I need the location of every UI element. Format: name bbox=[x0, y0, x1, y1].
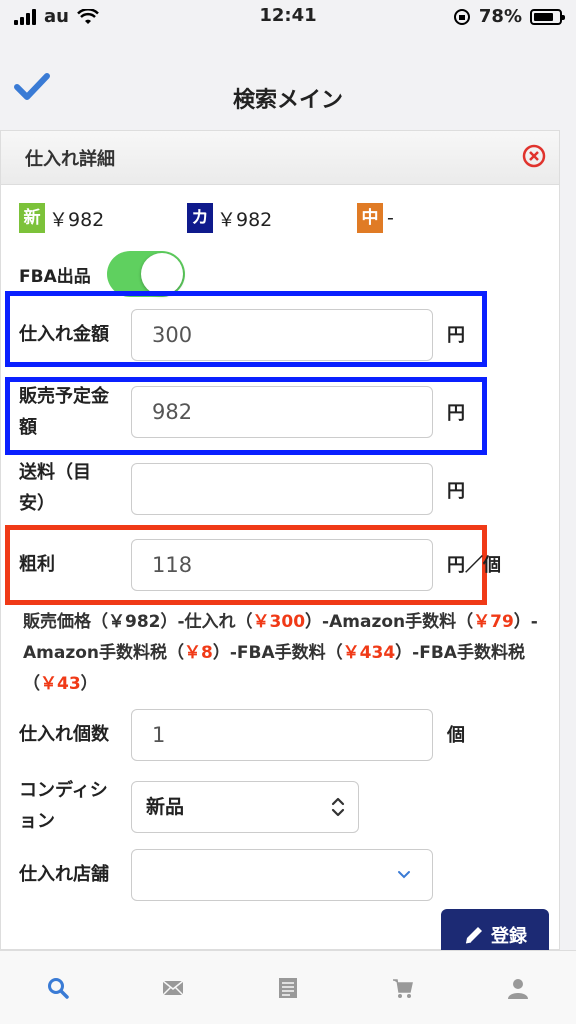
formula-value-cost: ￥300 bbox=[252, 612, 306, 632]
formula-text-6: ） bbox=[80, 674, 98, 694]
profit-unit: 円／個 bbox=[447, 555, 501, 576]
cart-icon bbox=[393, 978, 414, 998]
tab-cart[interactable] bbox=[346, 951, 461, 1024]
battery-percent: 78% bbox=[478, 6, 522, 27]
shipping-label: 送料（目 安） bbox=[19, 457, 91, 519]
shipping-unit: 円 bbox=[447, 481, 465, 502]
chevron-down-icon bbox=[398, 871, 410, 879]
panel-header: 仕入れ詳細 bbox=[1, 131, 559, 185]
mail-icon bbox=[162, 979, 184, 996]
tab-bar bbox=[0, 950, 576, 1024]
formula-value-amazon-fee: ￥79 bbox=[473, 612, 514, 632]
condition-label-line2: ョン bbox=[19, 811, 55, 832]
condition-label: コンディシ ョン bbox=[19, 775, 108, 837]
cost-input[interactable]: 300 bbox=[131, 309, 433, 361]
sale-input[interactable]: 982 bbox=[131, 386, 433, 438]
cost-unit: 円 bbox=[447, 325, 465, 346]
battery-icon bbox=[530, 8, 565, 25]
updown-chevron-icon bbox=[331, 797, 345, 817]
condition-select[interactable]: 新品 bbox=[131, 781, 359, 833]
tab-mail[interactable] bbox=[115, 951, 230, 1024]
tab-list[interactable] bbox=[230, 951, 345, 1024]
orientation-lock-icon bbox=[453, 8, 470, 25]
battery-info: 78% bbox=[453, 6, 565, 27]
profit-input[interactable]: 118 bbox=[131, 539, 433, 591]
price-cart: カ ￥982 bbox=[187, 203, 272, 233]
sale-label-line1: 販売予定金 bbox=[19, 386, 109, 407]
formula-text-4: ）-FBA手数料（ bbox=[212, 643, 343, 663]
profit-label: 粗利 bbox=[19, 554, 55, 575]
badge-cart: カ bbox=[187, 203, 213, 233]
price-cart-value: ￥982 bbox=[217, 208, 273, 231]
price-used-value: - bbox=[387, 207, 394, 229]
formula-value-amazon-tax: ￥8 bbox=[184, 643, 213, 663]
panel-title: 仕入れ詳細 bbox=[25, 149, 115, 170]
badge-used: 中 bbox=[357, 203, 383, 233]
toggle-knob bbox=[140, 253, 183, 295]
sale-label: 販売予定金 額 bbox=[19, 381, 109, 443]
formula-value-fba-tax: ￥43 bbox=[40, 674, 81, 694]
badge-new: 新 bbox=[19, 203, 45, 233]
price-used: 中 - bbox=[357, 203, 394, 233]
store-select[interactable] bbox=[131, 849, 433, 901]
quantity-unit: 個 bbox=[447, 725, 465, 746]
close-icon[interactable] bbox=[521, 143, 547, 169]
shipping-label-line1: 送料（目 bbox=[19, 462, 91, 483]
price-new-value: ￥982 bbox=[49, 208, 105, 231]
price-new: 新 ￥982 bbox=[19, 203, 104, 233]
sale-label-line2: 額 bbox=[19, 417, 37, 438]
condition-label-line1: コンディシ bbox=[19, 780, 108, 801]
tab-account[interactable] bbox=[461, 951, 576, 1024]
list-icon bbox=[279, 977, 297, 998]
profit-formula: 販売価格（￥982）-仕入れ（￥300）-Amazon手数料（￥79）-Amaz… bbox=[23, 607, 543, 700]
purchase-detail-panel: 仕入れ詳細 新 ￥982 カ ￥982 中 - FBA出品 仕入れ金額 300 … bbox=[0, 130, 560, 961]
register-label: 登録 bbox=[491, 926, 527, 947]
status-bar: au 12:41 78% bbox=[0, 0, 576, 34]
search-icon bbox=[47, 977, 69, 999]
formula-text-2: ）-Amazon手数料（ bbox=[305, 612, 474, 632]
condition-value: 新品 bbox=[146, 796, 185, 818]
store-label: 仕入れ店舗 bbox=[19, 864, 109, 885]
shipping-label-line2: 安） bbox=[19, 493, 55, 514]
user-icon bbox=[508, 978, 529, 999]
pencil-icon bbox=[465, 927, 482, 944]
quantity-input[interactable]: 1 bbox=[131, 709, 433, 761]
cost-label: 仕入れ金額 bbox=[19, 324, 109, 345]
nav-header: 検索メイン bbox=[0, 34, 576, 130]
fba-label: FBA出品 bbox=[19, 266, 91, 287]
sale-unit: 円 bbox=[447, 403, 465, 424]
tab-search[interactable] bbox=[0, 951, 115, 1024]
quantity-label: 仕入れ個数 bbox=[19, 724, 109, 745]
shipping-input[interactable] bbox=[131, 463, 433, 515]
formula-value-fba-fee: ￥434 bbox=[342, 643, 396, 663]
formula-text-1: 販売価格（￥982）-仕入れ（ bbox=[23, 612, 253, 632]
page-title: 検索メイン bbox=[232, 88, 343, 113]
